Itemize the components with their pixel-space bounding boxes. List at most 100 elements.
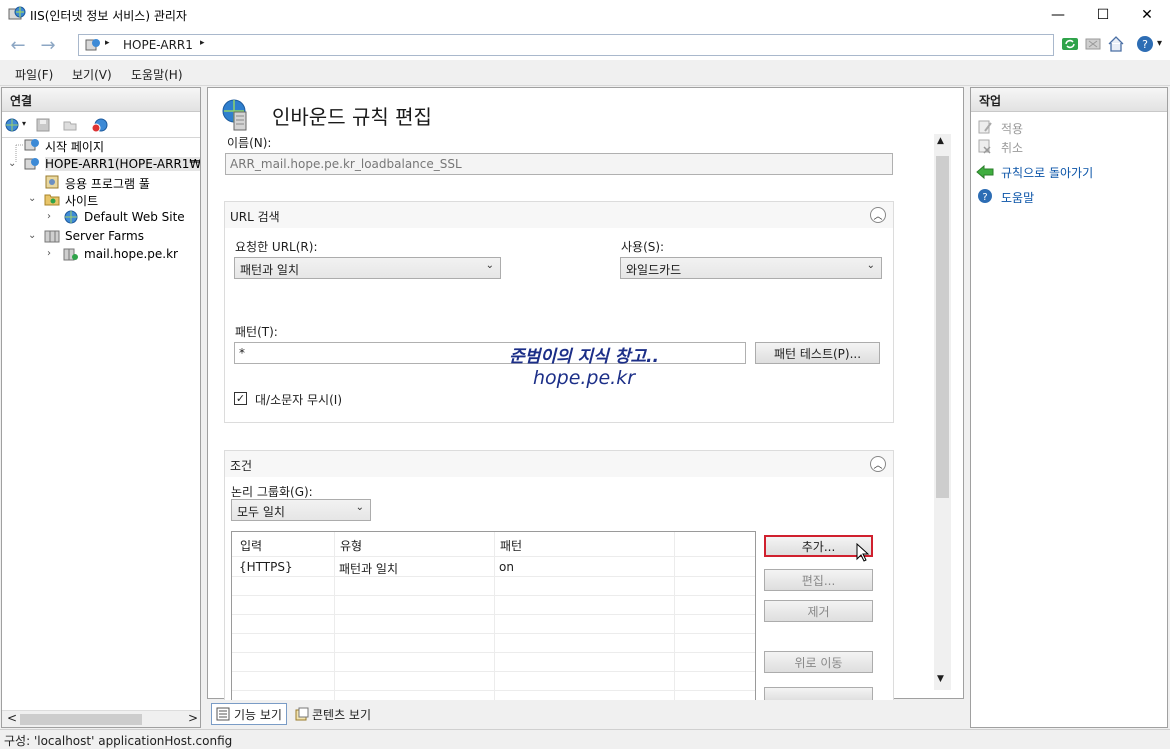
actions-header: 작업 [971, 88, 1167, 112]
using-label: 사용(S): [621, 240, 665, 254]
column-header-pattern[interactable]: 패턴 [500, 537, 522, 554]
conditions-title: 조건 [230, 459, 253, 473]
watermark-line-1: 준범이의 지식 창고.. [509, 347, 659, 367]
menu-file[interactable]: 파일(F) [15, 66, 53, 83]
logical-grouping-select[interactable]: 모두 일치 ⌄ [231, 499, 371, 521]
url-match-title: URL 검색 [230, 210, 280, 224]
back-button[interactable]: ← [6, 34, 30, 56]
watermark-line-2: hope.pe.kr [532, 367, 636, 390]
name-label: 이름(N): [227, 136, 272, 150]
content-view-icon [295, 707, 309, 721]
up-level-icon[interactable] [62, 117, 78, 133]
tree-app-pools[interactable]: 응용 프로그램 풀 [65, 175, 150, 192]
requested-url-select[interactable]: 패턴과 일치 ⌄ [234, 257, 501, 279]
actions-panel: 작업 적용 취소 규칙으로 돌아가기 ? 도움말 [970, 87, 1168, 728]
minimize-button[interactable]: — [1035, 0, 1081, 30]
apply-icon [978, 120, 992, 134]
requested-url-value: 패턴과 일치 [240, 263, 300, 277]
server-icon [85, 39, 100, 51]
remove-condition-button[interactable]: 제거 [764, 600, 873, 622]
table-row[interactable]: {HTTPS} 패턴과 일치 on [232, 557, 755, 576]
cell-input: {HTTPS} [239, 560, 293, 574]
collapse-caret-icon[interactable]: › [47, 248, 51, 259]
iis-app-icon [8, 6, 26, 20]
address-path-field[interactable]: ▸ HOPE-ARR1 ▸ [78, 34, 1054, 56]
tab-content-view[interactable]: 콘텐츠 보기 [291, 703, 375, 725]
horizontal-scrollbar[interactable]: < > [2, 710, 200, 727]
server-farm-icon [63, 248, 78, 261]
using-value: 와일드카드 [626, 263, 682, 277]
close-button[interactable]: ✕ [1124, 0, 1170, 30]
forward-button[interactable]: → [36, 34, 60, 56]
pattern-label: 패턴(T): [235, 325, 278, 339]
using-select[interactable]: 와일드카드 ⌄ [620, 257, 882, 279]
connections-header: 연결 [2, 88, 200, 112]
sites-folder-icon [44, 194, 60, 206]
stop-icon[interactable] [1084, 35, 1102, 53]
save-icon[interactable] [35, 117, 51, 133]
tree-default-web-site[interactable]: Default Web Site [84, 210, 185, 224]
collapse-caret-icon[interactable]: › [47, 211, 51, 222]
logical-grouping-value: 모두 일치 [237, 505, 285, 519]
test-pattern-button[interactable]: 패턴 테스트(P)... [755, 342, 880, 364]
maximize-button[interactable]: ☐ [1080, 0, 1126, 30]
logical-grouping-label: 논리 그룹화(G): [231, 485, 313, 499]
disconnect-icon[interactable] [91, 117, 109, 133]
scrollbar-thumb[interactable] [20, 714, 142, 725]
home-icon[interactable] [1107, 35, 1125, 53]
tree-server-farms[interactable]: Server Farms [65, 229, 144, 243]
help-dropdown-icon[interactable]: ▾ [1157, 38, 1162, 49]
expand-caret-icon[interactable]: ⌄ [28, 230, 36, 241]
scrollbar-thumb[interactable] [936, 156, 949, 498]
row-divider [232, 614, 755, 615]
server-node-icon [24, 158, 39, 170]
tab-features-view-label: 기능 보기 [234, 707, 282, 722]
action-back-to-rules[interactable]: 규칙으로 돌아가기 [1001, 164, 1093, 181]
rule-name-field[interactable]: ARR_mail.hope.pe.kr_loadbalance_SSL [225, 153, 893, 175]
watermark: 준범이의 지식 창고.. hope.pe.kr [484, 347, 684, 390]
connect-globe-icon[interactable] [5, 117, 21, 133]
collapse-up-icon[interactable]: ︿ [870, 207, 886, 223]
expand-caret-icon[interactable]: ⌄ [28, 193, 36, 204]
url-rewrite-icon [222, 99, 247, 131]
vertical-scrollbar[interactable]: ▲ ▼ [934, 134, 951, 690]
column-header-input[interactable]: 입력 [240, 537, 262, 554]
scroll-down-icon[interactable]: ▼ [937, 674, 944, 684]
ignore-case-checkbox[interactable]: ✓ [234, 392, 247, 405]
url-match-header[interactable]: URL 검색 ︿ [225, 202, 893, 228]
conditions-header[interactable]: 조건 ︿ [225, 451, 893, 477]
chevron-down-icon: ⌄ [355, 502, 364, 513]
tree-start-page[interactable]: 시작 페이지 [45, 138, 104, 155]
collapse-up-icon[interactable]: ︿ [870, 456, 886, 472]
action-apply[interactable]: 적용 [1001, 120, 1023, 137]
status-bar: 구성: 'localhost' applicationHost.config [0, 729, 1170, 748]
menu-view[interactable]: 보기(V) [72, 66, 112, 83]
tab-features-view[interactable]: 기능 보기 [211, 703, 287, 725]
edit-condition-button[interactable]: 편집... [764, 569, 873, 591]
connect-dropdown-icon[interactable]: ▾ [22, 119, 26, 128]
path-separator-icon[interactable]: ▸ [200, 38, 205, 48]
scroll-up-icon[interactable]: ▲ [937, 136, 944, 146]
scroll-left-icon[interactable]: < [7, 711, 17, 725]
menu-help[interactable]: 도움말(H) [131, 66, 183, 83]
tree-farm-mail[interactable]: mail.hope.pe.kr [84, 247, 178, 261]
chevron-down-icon: ⌄ [866, 260, 875, 271]
row-divider [232, 595, 755, 596]
action-help[interactable]: 도움말 [1001, 189, 1034, 206]
expand-caret-icon[interactable]: ⌄ [8, 158, 16, 169]
tree-sites[interactable]: 사이트 [65, 192, 98, 209]
action-cancel[interactable]: 취소 [1001, 139, 1023, 156]
address-path-text: HOPE-ARR1 [123, 38, 193, 52]
scroll-right-icon[interactable]: > [188, 711, 198, 725]
move-up-button[interactable]: 위로 이동 [764, 651, 873, 673]
move-down-button[interactable] [764, 687, 873, 701]
view-tabs: 기능 보기 콘텐츠 보기 [207, 700, 964, 728]
requested-url-label: 요청한 URL(R): [235, 240, 318, 254]
column-header-type[interactable]: 유형 [340, 537, 362, 554]
row-divider [232, 633, 755, 634]
refresh-icon[interactable] [1061, 35, 1079, 53]
window-title: IIS(인터넷 정보 서비스) 관리자 [30, 9, 187, 23]
tree-server-node[interactable]: HOPE-ARR1(HOPE-ARR1₩Ad [45, 157, 200, 171]
help-icon[interactable]: ? [1136, 35, 1154, 53]
tab-content-view-label: 콘텐츠 보기 [312, 707, 372, 722]
